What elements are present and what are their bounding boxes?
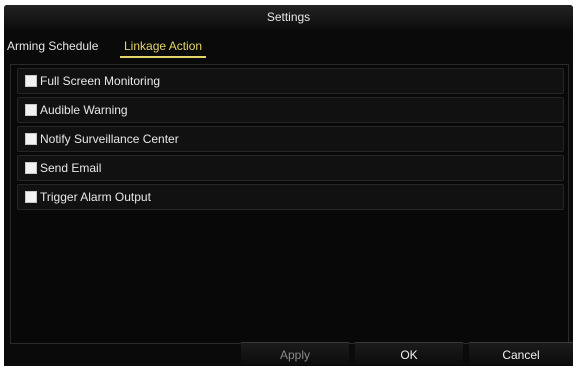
full-screen-monitoring-label: Full Screen Monitoring <box>40 74 161 88</box>
trigger-alarm-output-label: Trigger Alarm Output <box>40 190 151 204</box>
audible-warning-checkbox[interactable] <box>25 104 37 116</box>
full-screen-monitoring-checkbox[interactable] <box>25 75 37 87</box>
option-row-send-email[interactable]: Send Email <box>17 155 564 181</box>
apply-button[interactable]: Apply <box>241 342 349 365</box>
tab-linkage-action[interactable]: Linkage Action <box>120 35 207 58</box>
option-row-notify-surveillance-center[interactable]: Notify Surveillance Center <box>17 126 564 152</box>
audible-warning-label: Audible Warning <box>40 103 128 117</box>
ok-button[interactable]: OK <box>355 342 463 365</box>
settings-dialog: Settings Arming Schedule Linkage Action … <box>4 5 573 366</box>
tab-arming-schedule[interactable]: Arming Schedule <box>7 35 98 57</box>
cancel-button[interactable]: Cancel <box>469 342 573 365</box>
dialog-title: Settings <box>4 5 573 29</box>
tab-bar: Arming Schedule Linkage Action <box>4 35 573 59</box>
notify-surveillance-center-checkbox[interactable] <box>25 133 37 145</box>
linkage-options-panel: Full Screen Monitoring Audible Warning N… <box>10 64 569 344</box>
active-tab-indicator <box>120 56 207 58</box>
send-email-label: Send Email <box>40 161 102 175</box>
notify-surveillance-center-label: Notify Surveillance Center <box>40 132 179 146</box>
option-row-audible-warning[interactable]: Audible Warning <box>17 97 564 123</box>
tab-linkage-action-label: Linkage Action <box>124 39 203 53</box>
send-email-checkbox[interactable] <box>25 162 37 174</box>
trigger-alarm-output-checkbox[interactable] <box>25 191 37 203</box>
option-row-full-screen-monitoring[interactable]: Full Screen Monitoring <box>17 68 564 94</box>
option-row-trigger-alarm-output[interactable]: Trigger Alarm Output <box>17 184 564 210</box>
